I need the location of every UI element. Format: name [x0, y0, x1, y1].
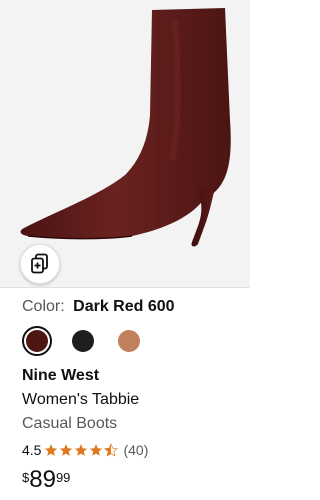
color-label: Color:: [22, 298, 65, 315]
product-title-line1[interactable]: Women's Tabbie: [22, 391, 139, 409]
swatch-tan-fill: [118, 330, 140, 352]
product-image-area[interactable]: [0, 0, 250, 287]
product-title-line2[interactable]: Casual Boots: [22, 415, 117, 433]
rating-row[interactable]: 4.5 (40): [22, 442, 148, 458]
rating-value: 4.5: [22, 442, 42, 458]
star-icon: [75, 444, 88, 456]
color-swatches: [22, 326, 160, 356]
color-selection-label: Color: Dark Red 600: [22, 298, 175, 316]
product-brand[interactable]: Nine West: [22, 367, 99, 385]
star-icon: [60, 444, 73, 456]
color-value: Dark Red 600: [73, 298, 175, 315]
divider: [0, 287, 250, 288]
product-price: $ 89 99: [22, 466, 70, 494]
compare-icon: [31, 253, 48, 274]
star-rating: [44, 443, 119, 457]
star-icon: [45, 444, 58, 456]
rating-count: (40): [123, 442, 149, 458]
price-fraction: 99: [55, 470, 71, 485]
swatch-dark-red-fill: [26, 330, 48, 352]
swatch-tan[interactable]: [114, 326, 144, 356]
swatch-black-fill: [72, 330, 94, 352]
star-icon: [90, 444, 103, 456]
half-star-icon: [104, 443, 119, 457]
swatch-black[interactable]: [68, 326, 98, 356]
price-symbol: $: [22, 470, 30, 485]
compare-button[interactable]: [20, 244, 60, 284]
price-whole: 89: [29, 466, 56, 493]
swatch-dark-red[interactable]: [22, 326, 52, 356]
